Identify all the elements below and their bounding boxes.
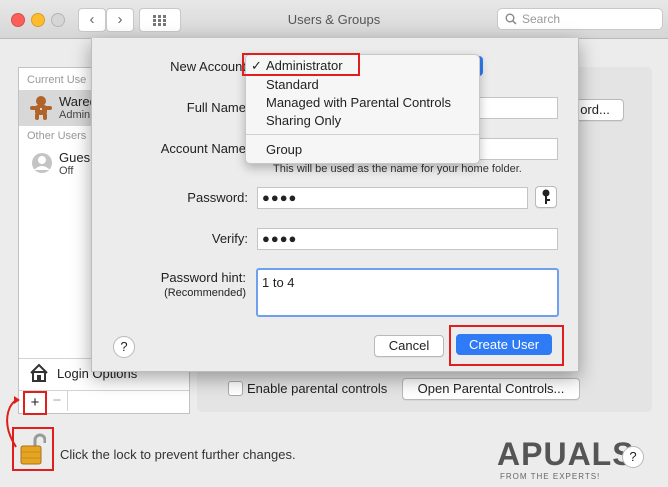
password-hint-field[interactable]: 1 to 4 xyxy=(256,268,559,317)
checkmark-icon: ✓ xyxy=(251,58,262,73)
verify-field[interactable]: ●●●● xyxy=(257,228,558,250)
cancel-button[interactable]: Cancel xyxy=(374,335,444,357)
user-avatar-icon xyxy=(32,153,52,173)
add-remove-bar: + − xyxy=(19,390,189,415)
open-parental-label: Open Parental Controls... xyxy=(417,381,565,396)
lock-status-text: Click the lock to prevent further change… xyxy=(60,447,296,462)
password-label: Password: xyxy=(187,190,248,205)
password-field[interactable]: ●●●● xyxy=(257,187,528,209)
watermark-tagline: FROM THE EXPERTS! xyxy=(500,472,601,481)
sheet-help-button[interactable]: ? xyxy=(113,336,135,358)
other-users-header: Other Users xyxy=(27,130,87,142)
menu-separator xyxy=(246,134,479,135)
guest-user-name: Gues xyxy=(59,150,91,165)
enable-parental-label: Enable parental controls xyxy=(247,381,388,396)
password-hint-value: 1 to 4 xyxy=(262,275,295,290)
account-type-menu: ✓ Administrator Standard Managed with Pa… xyxy=(242,53,480,164)
new-account-sheet: New Account Full Name Account Name This … xyxy=(91,38,579,372)
menu-item-standard[interactable]: Standard xyxy=(266,77,319,92)
gingerbread-avatar-icon xyxy=(30,96,52,120)
lock-button[interactable] xyxy=(12,427,54,471)
cancel-label: Cancel xyxy=(388,338,430,353)
password-assistant-button[interactable] xyxy=(535,186,557,208)
current-user-role: Admin xyxy=(59,109,91,121)
menu-item-managed[interactable]: Managed with Parental Controls xyxy=(266,95,451,110)
new-account-label: New Account xyxy=(170,59,246,74)
watermark-logo: APUALS xyxy=(497,436,635,472)
key-icon xyxy=(542,189,550,204)
unlocked-padlock-icon xyxy=(20,433,46,465)
guest-user-status: Off xyxy=(59,165,74,177)
search-icon xyxy=(505,13,517,25)
password-hint-sublabel: (Recommended) xyxy=(164,287,246,299)
current-users-header: Current Use xyxy=(27,74,87,86)
full-name-label: Full Name xyxy=(186,100,246,115)
create-user-button[interactable]: Create User xyxy=(456,334,552,355)
menu-item-group[interactable]: Group xyxy=(266,142,302,157)
open-parental-controls-button[interactable]: Open Parental Controls... xyxy=(402,378,580,400)
account-name-hint: This will be used as the name for your h… xyxy=(273,163,522,175)
password-value: ●●●● xyxy=(262,190,298,205)
search-placeholder: Search xyxy=(522,12,561,26)
verify-label: Verify: xyxy=(211,231,248,246)
password-hint-label: Password hint: xyxy=(160,270,246,285)
full-name-field[interactable] xyxy=(478,97,558,119)
verify-value: ●●●● xyxy=(262,231,298,246)
search-input[interactable]: Search xyxy=(497,8,663,30)
account-name-label: Account Name xyxy=(160,141,246,156)
menu-item-sharing-only[interactable]: Sharing Only xyxy=(266,113,341,128)
account-name-field[interactable] xyxy=(478,138,558,160)
help-button[interactable]: ? xyxy=(622,446,644,468)
menu-item-administrator[interactable]: Administrator xyxy=(266,58,343,73)
change-password-label: ord... xyxy=(580,102,610,117)
remove-user-button[interactable]: − xyxy=(47,391,68,411)
house-icon xyxy=(30,363,48,382)
enable-parental-checkbox[interactable] xyxy=(228,381,243,396)
